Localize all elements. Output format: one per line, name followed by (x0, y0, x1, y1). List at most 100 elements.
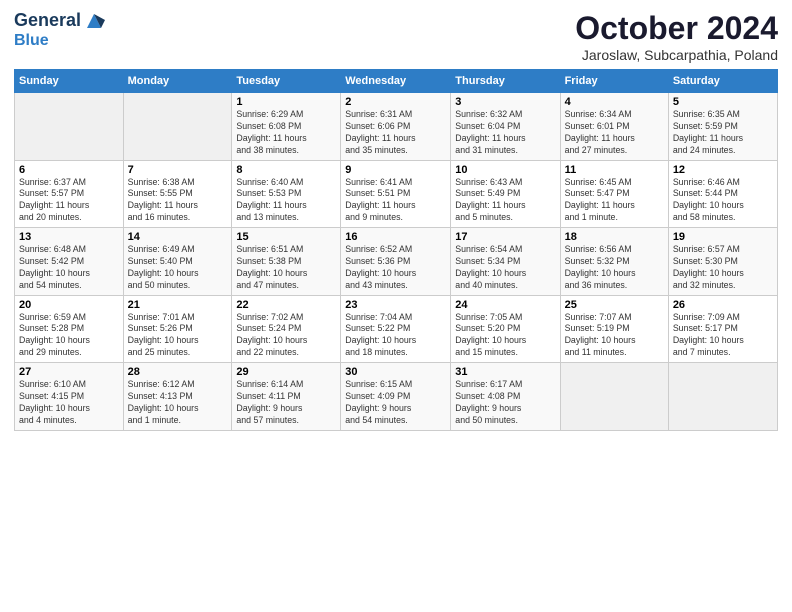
day-info: Sunrise: 6:15 AM Sunset: 4:09 PM Dayligh… (345, 379, 446, 427)
day-number: 28 (128, 366, 228, 378)
day-cell: 15Sunrise: 6:51 AM Sunset: 5:38 PM Dayli… (232, 228, 341, 296)
day-cell: 3Sunrise: 6:32 AM Sunset: 6:04 PM Daylig… (451, 93, 560, 161)
day-cell: 2Sunrise: 6:31 AM Sunset: 6:06 PM Daylig… (341, 93, 451, 161)
day-info: Sunrise: 6:51 AM Sunset: 5:38 PM Dayligh… (236, 244, 336, 292)
day-number: 24 (455, 299, 555, 311)
header: General Blue October 2024 Jaroslaw, Subc… (14, 10, 778, 63)
day-cell (668, 363, 777, 431)
day-number: 22 (236, 299, 336, 311)
day-info: Sunrise: 6:38 AM Sunset: 5:55 PM Dayligh… (128, 177, 228, 225)
day-cell: 30Sunrise: 6:15 AM Sunset: 4:09 PM Dayli… (341, 363, 451, 431)
day-info: Sunrise: 6:14 AM Sunset: 4:11 PM Dayligh… (236, 379, 336, 427)
day-number: 30 (345, 366, 446, 378)
week-row-5: 27Sunrise: 6:10 AM Sunset: 4:15 PM Dayli… (15, 363, 778, 431)
header-row: SundayMondayTuesdayWednesdayThursdayFrid… (15, 70, 778, 93)
week-row-1: 1Sunrise: 6:29 AM Sunset: 6:08 PM Daylig… (15, 93, 778, 161)
day-cell (560, 363, 668, 431)
day-info: Sunrise: 6:45 AM Sunset: 5:47 PM Dayligh… (565, 177, 664, 225)
day-info: Sunrise: 6:12 AM Sunset: 4:13 PM Dayligh… (128, 379, 228, 427)
day-info: Sunrise: 6:17 AM Sunset: 4:08 PM Dayligh… (455, 379, 555, 427)
day-number: 18 (565, 231, 664, 243)
page: General Blue October 2024 Jaroslaw, Subc… (0, 0, 792, 612)
day-cell: 25Sunrise: 7:07 AM Sunset: 5:19 PM Dayli… (560, 295, 668, 363)
day-cell: 5Sunrise: 6:35 AM Sunset: 5:59 PM Daylig… (668, 93, 777, 161)
day-cell: 29Sunrise: 6:14 AM Sunset: 4:11 PM Dayli… (232, 363, 341, 431)
day-number: 1 (236, 96, 336, 108)
day-info: Sunrise: 7:02 AM Sunset: 5:24 PM Dayligh… (236, 312, 336, 360)
day-info: Sunrise: 7:09 AM Sunset: 5:17 PM Dayligh… (673, 312, 773, 360)
col-header-saturday: Saturday (668, 70, 777, 93)
logo: General Blue (14, 10, 105, 50)
col-header-tuesday: Tuesday (232, 70, 341, 93)
day-cell: 13Sunrise: 6:48 AM Sunset: 5:42 PM Dayli… (15, 228, 124, 296)
day-number: 11 (565, 164, 664, 176)
day-cell: 21Sunrise: 7:01 AM Sunset: 5:26 PM Dayli… (123, 295, 232, 363)
day-info: Sunrise: 6:49 AM Sunset: 5:40 PM Dayligh… (128, 244, 228, 292)
day-info: Sunrise: 6:48 AM Sunset: 5:42 PM Dayligh… (19, 244, 119, 292)
logo-general: General (14, 11, 81, 31)
day-info: Sunrise: 6:56 AM Sunset: 5:32 PM Dayligh… (565, 244, 664, 292)
day-number: 29 (236, 366, 336, 378)
day-number: 16 (345, 231, 446, 243)
day-info: Sunrise: 6:41 AM Sunset: 5:51 PM Dayligh… (345, 177, 446, 225)
day-info: Sunrise: 7:05 AM Sunset: 5:20 PM Dayligh… (455, 312, 555, 360)
day-cell: 23Sunrise: 7:04 AM Sunset: 5:22 PM Dayli… (341, 295, 451, 363)
day-info: Sunrise: 6:31 AM Sunset: 6:06 PM Dayligh… (345, 109, 446, 157)
col-header-sunday: Sunday (15, 70, 124, 93)
subtitle: Jaroslaw, Subcarpathia, Poland (575, 47, 778, 63)
day-number: 12 (673, 164, 773, 176)
day-number: 19 (673, 231, 773, 243)
week-row-4: 20Sunrise: 6:59 AM Sunset: 5:28 PM Dayli… (15, 295, 778, 363)
day-info: Sunrise: 7:01 AM Sunset: 5:26 PM Dayligh… (128, 312, 228, 360)
day-cell: 19Sunrise: 6:57 AM Sunset: 5:30 PM Dayli… (668, 228, 777, 296)
day-cell: 31Sunrise: 6:17 AM Sunset: 4:08 PM Dayli… (451, 363, 560, 431)
col-header-friday: Friday (560, 70, 668, 93)
day-number: 2 (345, 96, 446, 108)
day-number: 15 (236, 231, 336, 243)
day-cell: 22Sunrise: 7:02 AM Sunset: 5:24 PM Dayli… (232, 295, 341, 363)
day-info: Sunrise: 6:35 AM Sunset: 5:59 PM Dayligh… (673, 109, 773, 157)
week-row-3: 13Sunrise: 6:48 AM Sunset: 5:42 PM Dayli… (15, 228, 778, 296)
day-number: 14 (128, 231, 228, 243)
day-number: 17 (455, 231, 555, 243)
col-header-thursday: Thursday (451, 70, 560, 93)
day-cell: 11Sunrise: 6:45 AM Sunset: 5:47 PM Dayli… (560, 160, 668, 228)
day-info: Sunrise: 6:10 AM Sunset: 4:15 PM Dayligh… (19, 379, 119, 427)
day-cell: 20Sunrise: 6:59 AM Sunset: 5:28 PM Dayli… (15, 295, 124, 363)
day-cell: 26Sunrise: 7:09 AM Sunset: 5:17 PM Dayli… (668, 295, 777, 363)
day-number: 3 (455, 96, 555, 108)
day-number: 21 (128, 299, 228, 311)
day-cell: 1Sunrise: 6:29 AM Sunset: 6:08 PM Daylig… (232, 93, 341, 161)
day-cell: 6Sunrise: 6:37 AM Sunset: 5:57 PM Daylig… (15, 160, 124, 228)
day-cell: 27Sunrise: 6:10 AM Sunset: 4:15 PM Dayli… (15, 363, 124, 431)
day-info: Sunrise: 6:34 AM Sunset: 6:01 PM Dayligh… (565, 109, 664, 157)
day-cell (15, 93, 124, 161)
day-info: Sunrise: 6:37 AM Sunset: 5:57 PM Dayligh… (19, 177, 119, 225)
day-number: 5 (673, 96, 773, 108)
day-cell: 18Sunrise: 6:56 AM Sunset: 5:32 PM Dayli… (560, 228, 668, 296)
day-cell: 10Sunrise: 6:43 AM Sunset: 5:49 PM Dayli… (451, 160, 560, 228)
week-row-2: 6Sunrise: 6:37 AM Sunset: 5:57 PM Daylig… (15, 160, 778, 228)
logo-icon (83, 10, 105, 32)
day-info: Sunrise: 7:07 AM Sunset: 5:19 PM Dayligh… (565, 312, 664, 360)
day-cell: 16Sunrise: 6:52 AM Sunset: 5:36 PM Dayli… (341, 228, 451, 296)
day-info: Sunrise: 6:46 AM Sunset: 5:44 PM Dayligh… (673, 177, 773, 225)
day-cell: 7Sunrise: 6:38 AM Sunset: 5:55 PM Daylig… (123, 160, 232, 228)
day-info: Sunrise: 6:54 AM Sunset: 5:34 PM Dayligh… (455, 244, 555, 292)
day-number: 23 (345, 299, 446, 311)
day-number: 25 (565, 299, 664, 311)
day-cell: 4Sunrise: 6:34 AM Sunset: 6:01 PM Daylig… (560, 93, 668, 161)
day-cell: 24Sunrise: 7:05 AM Sunset: 5:20 PM Dayli… (451, 295, 560, 363)
day-number: 20 (19, 299, 119, 311)
day-number: 10 (455, 164, 555, 176)
day-number: 7 (128, 164, 228, 176)
day-number: 31 (455, 366, 555, 378)
day-number: 4 (565, 96, 664, 108)
col-header-wednesday: Wednesday (341, 70, 451, 93)
day-cell: 14Sunrise: 6:49 AM Sunset: 5:40 PM Dayli… (123, 228, 232, 296)
day-cell: 12Sunrise: 6:46 AM Sunset: 5:44 PM Dayli… (668, 160, 777, 228)
logo-blue: Blue (14, 32, 49, 49)
day-number: 6 (19, 164, 119, 176)
day-cell: 17Sunrise: 6:54 AM Sunset: 5:34 PM Dayli… (451, 228, 560, 296)
day-number: 27 (19, 366, 119, 378)
